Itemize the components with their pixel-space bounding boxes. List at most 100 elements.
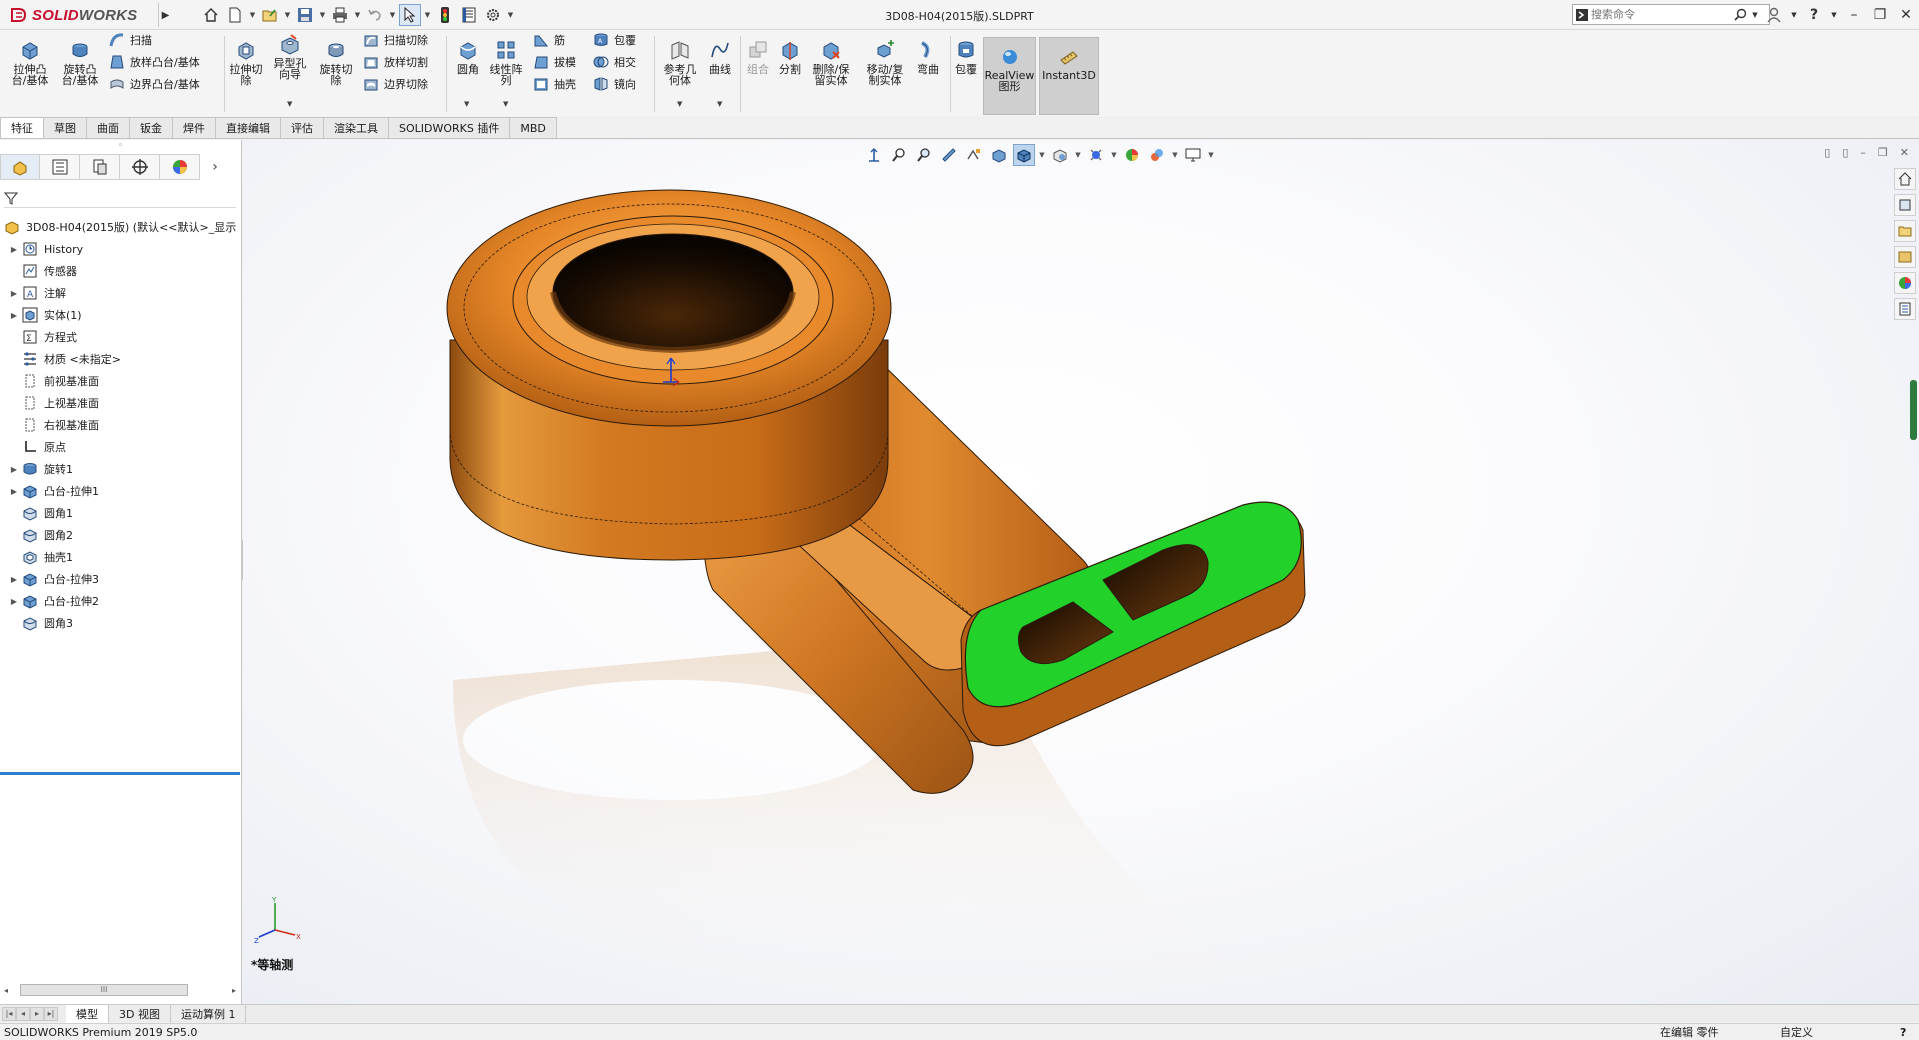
apply-scene-icon[interactable] [1121,144,1143,166]
custom-properties-icon[interactable] [1894,298,1916,320]
chevron-right-icon[interactable]: › [200,159,230,175]
filter-icon[interactable] [4,191,18,205]
loft-cut-button[interactable]: 放样切割 [362,52,428,72]
expand-arrow-icon[interactable]: ▶ [8,245,20,254]
viewport-restore-icon[interactable]: ❐ [1878,146,1888,159]
section-view-icon[interactable] [938,144,960,166]
draft-button[interactable]: 拔模 [532,52,576,72]
last-tab-icon[interactable]: ▸| [44,1006,58,1021]
display-manager-tab-icon[interactable] [160,154,200,180]
tab-3d-views[interactable]: 3D 视图 [109,1004,171,1023]
user-icon[interactable] [1761,0,1787,30]
display-style-icon[interactable] [1013,144,1035,166]
print-icon[interactable] [329,4,351,26]
sweep-cut-button[interactable]: 扫描切除 [362,30,428,50]
expand-arrow-icon[interactable]: ▶ [8,289,20,298]
undo-icon[interactable] [364,4,386,26]
property-manager-tab-icon[interactable] [40,154,80,180]
view-orientation-icon[interactable] [988,144,1010,166]
tab-mbd[interactable]: MBD [510,117,557,139]
tree-item[interactable]: ▶ 实体(1) [0,304,242,326]
display-style-dropdown-icon[interactable]: ▼ [1038,151,1046,159]
scroll-right-icon[interactable]: ▸ [232,986,236,995]
tab-sketch[interactable]: 草图 [44,117,87,139]
next-tab-icon[interactable]: ▸ [30,1006,44,1021]
home-icon[interactable] [200,4,222,26]
dimxpert-manager-tab-icon[interactable] [120,154,160,180]
tree-root-part[interactable]: 3D08-H04(2015版) (默认<<默认>_显示 [0,216,242,238]
zoom-to-fit-icon[interactable] [863,144,885,166]
hide-show-items-icon[interactable] [1049,144,1071,166]
intersect-button[interactable]: 相交 [592,52,636,72]
search-dropdown-icon[interactable]: ▼ [1749,11,1761,19]
tree-item[interactable]: 传感器 [0,260,242,282]
edit-appearance-icon[interactable] [1085,144,1107,166]
revolve-boss-button[interactable]: 旋转凸 台/基体 [58,38,102,86]
search-input[interactable] [1591,8,1731,21]
tab-evaluate[interactable]: 评估 [281,117,324,139]
scroll-thumb[interactable]: lll [20,984,188,996]
file-properties-icon[interactable] [458,4,480,26]
previous-view-icon[interactable] [913,144,935,166]
horizontal-scrollbar[interactable]: ◂ lll ▸ [4,982,236,998]
tree-item[interactable]: ▶ 凸台-拉伸2 [0,590,242,612]
part-model[interactable] [243,140,1919,1004]
wrap-button[interactable]: A 包覆 [592,30,636,50]
zoom-to-area-icon[interactable] [888,144,910,166]
tree-item[interactable]: 上视基准面 [0,392,242,414]
linear-pattern-dropdown-icon[interactable]: ▼ [503,100,508,108]
tab-render-tools[interactable]: 渲染工具 [324,117,389,139]
graphics-area[interactable]: ▼ ▼ ▼ ▼ ▼ ▯ ▯ – ❐ ✕ Y X Z *等轴测 [243,140,1919,1004]
file-explorer-icon[interactable] [1894,220,1916,242]
realview-button[interactable]: RealView 图形 [983,37,1036,115]
print-dropdown-icon[interactable]: ▼ [353,4,362,26]
search-icon[interactable] [1731,8,1749,21]
tree-item[interactable]: ▶ A 注解 [0,282,242,304]
design-library-icon[interactable] [1894,194,1916,216]
view-settings-dropdown-icon[interactable]: ▼ [1171,151,1179,159]
unit-system[interactable]: 自定义 [1780,1024,1813,1040]
loft-boss-button[interactable]: 放样凸台/基体 [108,52,200,72]
prev-tab-icon[interactable]: ◂ [16,1006,30,1021]
configuration-manager-tab-icon[interactable] [80,154,120,180]
expand-arrow-icon[interactable]: ▶ [8,597,20,606]
display-pane-dropdown-icon[interactable]: ▼ [1207,151,1215,159]
tab-weldments[interactable]: 焊件 [173,117,216,139]
wrap-large-button[interactable]: 包覆 [944,38,988,75]
viewport-tile-right-icon[interactable]: ▯ [1842,146,1848,159]
tab-solidworks-addins[interactable]: SOLIDWORKS 插件 [389,117,511,139]
reference-geometry-dropdown-icon[interactable]: ▼ [677,100,682,108]
move-copy-body-button[interactable]: 移动/复 制实体 [860,38,910,86]
open-icon[interactable] [259,4,281,26]
appearances-scenes-icon[interactable] [1894,272,1916,294]
hide-show-dropdown-icon[interactable]: ▼ [1074,151,1082,159]
sweep-button[interactable]: 扫描 [108,30,152,50]
new-icon[interactable] [224,4,246,26]
hole-wizard-dropdown-icon[interactable]: ▼ [287,100,292,108]
tree-item[interactable]: Σ 方程式 [0,326,242,348]
tab-surfaces[interactable]: 曲面 [87,117,130,139]
expand-arrow-icon[interactable]: ▶ [8,311,20,320]
menu-expand-arrow-icon[interactable]: ▶ [158,3,172,27]
tab-features[interactable]: 特征 [0,117,44,139]
command-search[interactable]: ▼ [1572,4,1770,25]
instant3d-button[interactable]: Instant3D [1039,37,1099,115]
save-icon[interactable] [294,4,316,26]
reference-geometry-button[interactable]: 参考几 何体 [658,38,702,86]
delete-keep-body-button[interactable]: 删除/保 留实体 [806,38,856,86]
display-pane-icon[interactable] [1182,144,1204,166]
options-icon[interactable] [482,4,504,26]
mirror-button[interactable]: 镜向 [592,74,636,94]
revolve-cut-button[interactable]: 旋转切 除 [314,38,358,86]
solidworks-resources-icon[interactable] [1894,168,1916,190]
status-help-icon[interactable]: ? [1900,1026,1906,1039]
tab-direct-editing[interactable]: 直接编辑 [216,117,281,139]
new-dropdown-icon[interactable]: ▼ [248,4,257,26]
rollback-bar[interactable] [0,772,240,775]
hole-wizard-button[interactable]: 异型孔 向导 [268,32,312,80]
dynamic-annotation-icon[interactable] [963,144,985,166]
vertical-scroll-indicator[interactable] [1910,380,1917,440]
extrude-cut-button[interactable]: 拉伸切 除 [224,38,268,86]
fillet-dropdown-icon[interactable]: ▼ [464,100,469,108]
save-dropdown-icon[interactable]: ▼ [318,4,327,26]
